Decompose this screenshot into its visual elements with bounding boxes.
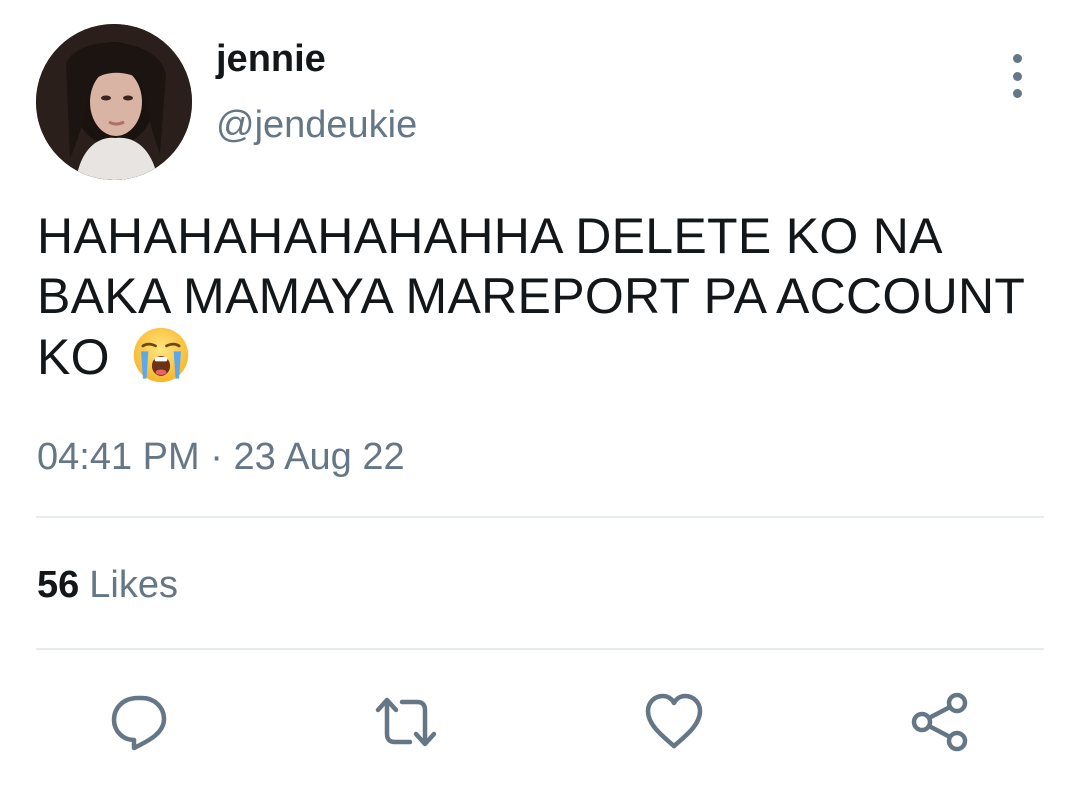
profile-photo [36, 24, 192, 180]
like-button[interactable] [642, 690, 706, 754]
share-icon [911, 692, 968, 752]
loudly-crying-face-icon [132, 326, 190, 384]
tweet-timestamp[interactable]: 04:41 PM · 23 Aug 22 [37, 436, 405, 479]
timestamp-separator: · [210, 436, 223, 478]
retweet-button[interactable] [374, 690, 438, 754]
speech-bubble-icon [111, 695, 167, 751]
avatar[interactable] [36, 24, 192, 180]
likes-count-link[interactable]: 56 Likes [37, 564, 178, 607]
likes-count: 56 [37, 564, 80, 606]
reply-button[interactable] [108, 690, 172, 754]
retweet-icon [375, 697, 437, 747]
tweet-text: HAHAHAHAHAHAHHA DELETE KO NA BAKA MAMAYA… [37, 206, 1027, 387]
more-options-icon[interactable] [1002, 54, 1032, 98]
divider [36, 648, 1044, 650]
heart-icon [645, 693, 703, 749]
user-handle[interactable]: @jendeukie [216, 104, 417, 147]
tweet-date: 23 Aug 22 [233, 436, 405, 478]
likes-label: Likes [89, 564, 178, 606]
divider [36, 516, 1044, 518]
display-name[interactable]: jennie [216, 38, 326, 81]
share-button[interactable] [908, 690, 972, 754]
tweet-time: 04:41 PM [37, 436, 200, 478]
